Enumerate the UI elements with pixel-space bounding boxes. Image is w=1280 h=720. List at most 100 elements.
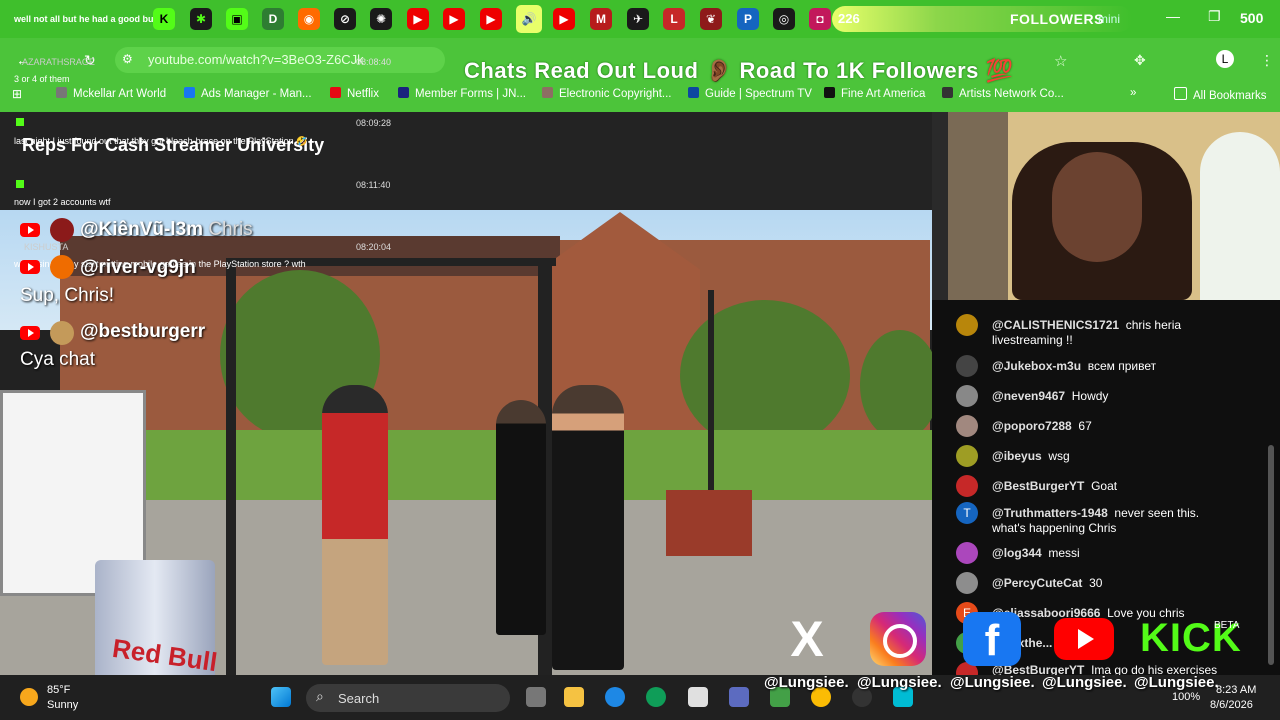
folder-icon <box>1174 87 1187 100</box>
tab-icon-circle[interactable]: ⊘ <box>334 8 356 30</box>
bookmark-icon <box>398 87 409 98</box>
chat-author[interactable]: @Jukebox-m3u <box>992 359 1081 373</box>
minimize-icon[interactable]: — <box>1166 8 1180 24</box>
overlay-chat-name: KISHUSTA <box>24 242 69 252</box>
bookmark-icon <box>56 87 67 98</box>
windows-start-icon[interactable] <box>271 687 291 707</box>
big-chat-message: Chris <box>208 219 253 240</box>
edge-icon[interactable] <box>646 687 666 707</box>
active-tab-audio-icon[interactable]: 🔊 <box>516 5 542 33</box>
chat-author[interactable]: @log344 <box>992 546 1042 560</box>
youtube-tab-icon[interactable]: ▶ <box>407 8 429 30</box>
bookmark-member-forms[interactable]: Member Forms | JN... <box>398 87 526 100</box>
bookmark-artists-network[interactable]: Artists Network Co... <box>942 87 1064 100</box>
big-chat-message: Sup, Chris! <box>20 285 114 306</box>
bookmarks-overflow-icon[interactable]: » <box>1130 87 1136 99</box>
big-chat-handle: @bestburgerr <box>80 321 206 342</box>
chat-author[interactable]: @ibeyus <box>992 449 1042 463</box>
tab-icon-openai[interactable]: ✺ <box>370 8 392 30</box>
tab-icon-leaf[interactable]: ❦ <box>700 8 722 30</box>
sun-icon[interactable] <box>20 688 38 706</box>
bookmark-copyright[interactable]: Electronic Copyright... <box>542 87 672 100</box>
weather-temperature[interactable]: 85°F <box>47 684 70 696</box>
social-handle: @Lungsiee. <box>1134 674 1219 691</box>
clock-date[interactable]: 8/6/2026 <box>1210 699 1253 711</box>
followers-count: 226 <box>838 11 860 26</box>
overlay-chat-message: now I got 2 accounts wtf <box>14 197 111 207</box>
chat-avatar <box>50 255 74 279</box>
site-info-icon[interactable]: ⚙ <box>122 52 133 66</box>
bookmark-all[interactable]: All Bookmarks <box>1174 87 1267 102</box>
chat-avatar <box>50 321 74 345</box>
tab-icon-box[interactable]: ▣ <box>226 8 248 30</box>
chat-author[interactable]: @Truthmatters-1948 <box>992 506 1108 520</box>
taskbar-search[interactable] <box>306 684 510 712</box>
chat-author[interactable]: @neven9467 <box>992 389 1065 403</box>
video-person <box>496 400 546 635</box>
chat-author[interactable]: @PercyCuteCat <box>992 576 1082 590</box>
instagram-logo-icon <box>870 612 926 666</box>
youtube-tab-icon-2[interactable]: ▶ <box>443 8 465 30</box>
task-view-icon[interactable] <box>526 687 546 707</box>
profile-avatar[interactable]: L <box>1216 50 1234 68</box>
chat-text: всем привет <box>1087 359 1157 373</box>
video-tree <box>860 330 940 440</box>
gmail-tab-icon[interactable]: M <box>590 8 612 30</box>
kick-icon <box>16 118 24 126</box>
weather-condition[interactable]: Sunny <box>47 699 78 711</box>
extensions-icon[interactable]: ✥ <box>1134 52 1146 69</box>
url-text[interactable]: youtube.com/watch?v=3BeO3-Z6CJk <box>148 52 364 67</box>
store-icon[interactable] <box>688 687 708 707</box>
tab-icon-d[interactable]: D <box>262 8 284 30</box>
kick-tab-icon[interactable]: K <box>153 8 175 30</box>
search-icon: ⌕ <box>316 688 324 704</box>
video-person <box>552 385 624 670</box>
social-handle: @Lungsiee. <box>950 674 1035 691</box>
tab-icon-plane[interactable]: ✈ <box>627 8 649 30</box>
bookmark-ads-manager[interactable]: Ads Manager - Man... <box>184 87 312 100</box>
chat-author[interactable]: @poporo7288 <box>992 419 1072 433</box>
search-label: Search <box>338 691 380 706</box>
chat-text: messi <box>1048 546 1080 560</box>
followers-goal: 500 <box>1240 10 1264 26</box>
beta-label: BETA <box>1214 620 1240 631</box>
webcam-window <box>1200 132 1280 300</box>
restore-icon[interactable]: ❐ <box>1208 8 1221 25</box>
chat-scrollbar[interactable] <box>1268 445 1274 665</box>
chrome-tab-icon[interactable]: ◎ <box>773 8 795 30</box>
meta-icon <box>184 87 195 98</box>
youtube-tab-icon-3[interactable]: ▶ <box>480 8 502 30</box>
social-handle: @Lungsiee. <box>1042 674 1127 691</box>
apps-grid-icon[interactable]: ⊞ <box>12 87 22 101</box>
kick-icon <box>16 180 24 188</box>
youtube-icon <box>20 260 40 274</box>
help-icon[interactable] <box>605 687 625 707</box>
bookmark-spectrum[interactable]: Guide | Spectrum TV <box>688 87 812 100</box>
bookmark-fine-art[interactable]: Fine Art America <box>824 87 925 100</box>
copilot-icon[interactable] <box>729 687 749 707</box>
bookmark-icon <box>942 87 953 98</box>
bookmark-mckellar[interactable]: Mckellar Art World <box>56 87 166 100</box>
menu-icon[interactable]: ⋮ <box>1260 52 1274 69</box>
big-chat-handle: @KiênVũ-l3m <box>80 219 204 240</box>
youtube-icon <box>20 223 40 237</box>
tab-icon-lw[interactable]: L <box>663 8 685 30</box>
bookmark-netflix[interactable]: Netflix <box>330 87 379 100</box>
instagram-tab-icon[interactable]: ◘ <box>809 8 831 30</box>
big-chat-handle: @river-vg9jn <box>80 257 196 278</box>
active-tab-title[interactable]: well not all but he had a good bunch <box>14 14 170 24</box>
bookmark-star-icon[interactable]: ☆ <box>1054 52 1067 70</box>
chat-author[interactable]: @CALISTHENICS1721 <box>992 318 1119 332</box>
tab-icon-star[interactable]: ✱ <box>190 8 212 30</box>
battery-level[interactable]: 100% <box>1172 691 1200 703</box>
youtube-tab-icon-4[interactable]: ▶ <box>553 8 575 30</box>
clock-time[interactable]: 8:23 AM <box>1216 684 1256 696</box>
tab-icon-p[interactable]: P <box>737 8 759 30</box>
chat-author[interactable]: @BestBurgerYT <box>992 479 1084 493</box>
play-triangle-icon <box>1078 629 1094 649</box>
file-explorer-icon[interactable] <box>564 687 584 707</box>
followers-label: FOLLOWERS <box>1010 11 1104 27</box>
tab-icon-orange[interactable]: ◉ <box>298 8 320 30</box>
overlay-chat-time: 08:08:40 <box>356 57 392 67</box>
video-tree <box>680 300 850 450</box>
